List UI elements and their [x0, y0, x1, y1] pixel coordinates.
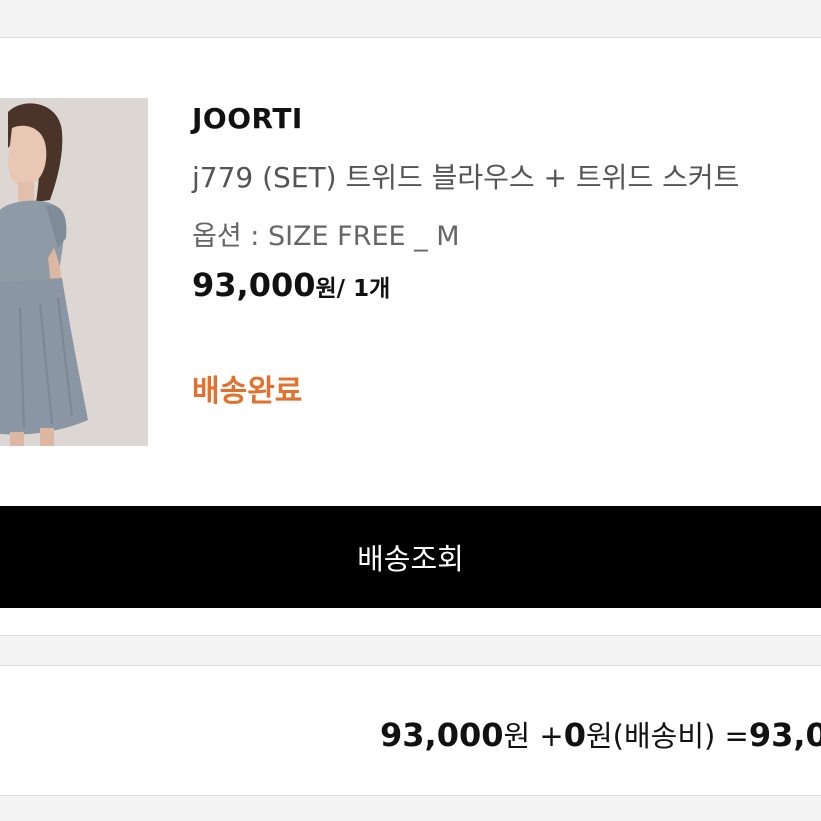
brand-name: JOORTI — [192, 102, 303, 135]
order-total-line: 93,000원 +0원(배송비) =93,000원 — [380, 710, 821, 756]
order-item-card: JOORTI j779 (SET) 트위드 블라우스 + 트위드 스커트 옵션 … — [0, 37, 821, 636]
item-quantity: / 1개 — [336, 276, 391, 302]
price-currency: 원 — [315, 276, 337, 302]
shipping-amount: 0 — [563, 716, 586, 754]
total-amount: 93,000원 — [748, 716, 821, 754]
product-name[interactable]: j779 (SET) 트위드 블라우스 + 트위드 스커트 — [192, 156, 739, 196]
product-photo-image — [0, 98, 148, 446]
price-line: 93,000원/ 1개 — [192, 266, 390, 304]
goods-unit: 원 — [503, 719, 531, 753]
order-total-card: 93,000원 +0원(배송비) =93,000원 — [0, 665, 821, 796]
equals-sign: = — [715, 719, 749, 753]
goods-amount: 93,000 — [380, 716, 504, 754]
product-thumbnail[interactable] — [0, 98, 148, 446]
track-delivery-button[interactable]: 배송조회 — [0, 506, 821, 608]
item-price: 93,000 — [192, 266, 316, 304]
plus-sign: + — [530, 719, 564, 753]
product-option: 옵션 : SIZE FREE _ M — [192, 221, 460, 252]
shipping-unit: 원(배송비) — [585, 719, 716, 753]
delivery-status: 배송완료 — [192, 374, 303, 409]
